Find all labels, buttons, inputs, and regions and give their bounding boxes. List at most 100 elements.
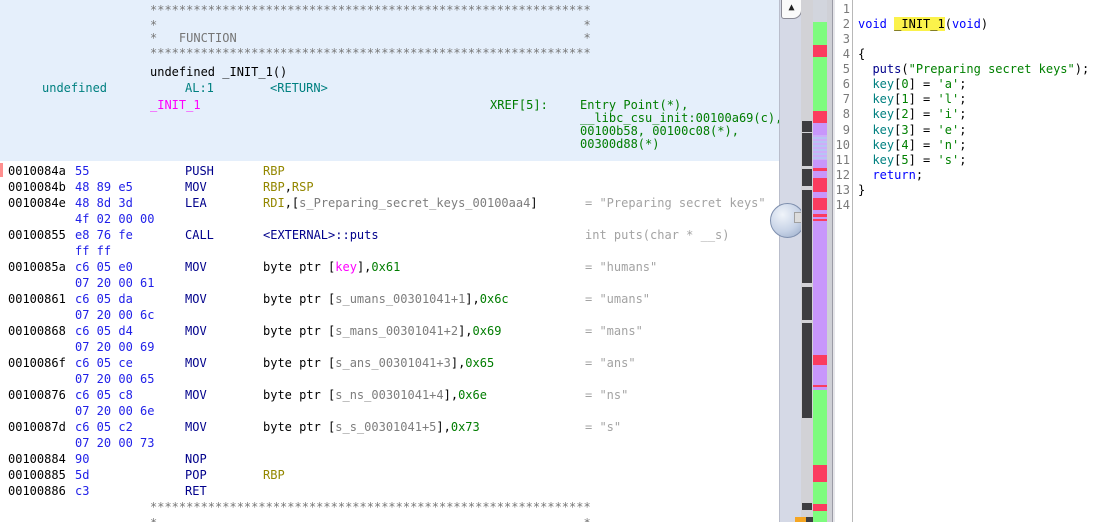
code-segment: key bbox=[872, 153, 894, 167]
listing-panel[interactable]: ****************************************… bbox=[0, 0, 779, 522]
listing-row[interactable]: 0010084b48 89 e5MOVRBP,RSP bbox=[0, 179, 779, 195]
comment-line[interactable]: ****************************************… bbox=[0, 47, 779, 60]
decompiled-line[interactable]: key[1] = 'l'; bbox=[858, 92, 966, 107]
operand-field[interactable]: RBP bbox=[263, 163, 285, 179]
code-segment: ] = bbox=[909, 123, 938, 137]
decompiled-line[interactable]: key[4] = 'n'; bbox=[858, 138, 966, 153]
listing-row[interactable]: 0010088490NOP bbox=[0, 451, 779, 467]
comment-text: ****************************************… bbox=[150, 499, 591, 515]
address-field: 00100855 bbox=[8, 227, 66, 243]
line-number: 5 bbox=[835, 62, 850, 77]
operand-field[interactable]: RBP bbox=[263, 467, 285, 483]
listing-row[interactable]: 00100861c6 05 daMOVbyte ptr [s_umans_003… bbox=[0, 291, 779, 307]
function-return-line[interactable]: undefined AL:1 <RETURN> bbox=[0, 82, 779, 95]
decompiled-line[interactable]: { bbox=[858, 47, 865, 62]
decompiled-line[interactable]: puts("Preparing secret keys"); bbox=[858, 62, 1089, 77]
return-storage: AL:1 bbox=[185, 82, 214, 95]
listing-row[interactable]: 07 20 00 69 bbox=[0, 339, 779, 355]
operand-segment: ], bbox=[458, 324, 472, 338]
decompiled-line[interactable]: key[3] = 'e'; bbox=[858, 123, 966, 138]
function-signature-line[interactable]: undefined _INIT_1() bbox=[0, 66, 779, 79]
listing-row[interactable]: 07 20 00 6e bbox=[0, 403, 779, 419]
marker-bar bbox=[802, 190, 812, 283]
eol-comment: = "ans" bbox=[585, 355, 636, 371]
comment-line[interactable]: ****************************************… bbox=[0, 4, 779, 17]
operand-segment: byte ptr [ bbox=[263, 324, 335, 338]
decompiled-line[interactable]: void _INIT_1(void) bbox=[858, 17, 988, 32]
operand-field[interactable]: RBP,RSP bbox=[263, 179, 314, 195]
decompiled-line[interactable]: key[2] = 'i'; bbox=[858, 107, 966, 122]
decompiled-line[interactable]: key[0] = 'a'; bbox=[858, 77, 966, 92]
comment-line[interactable]: ****************************************… bbox=[0, 499, 779, 515]
listing-row[interactable]: 0010084a55PUSHRBP bbox=[0, 163, 779, 179]
code-segment: ) bbox=[981, 17, 988, 31]
listing-row[interactable]: 001008855dPOPRBP bbox=[0, 467, 779, 483]
function-signature: undefined _INIT_1() bbox=[150, 66, 287, 79]
overview-color-bar[interactable] bbox=[813, 0, 827, 522]
eol-comment: = "mans" bbox=[585, 323, 643, 339]
operand-field[interactable]: byte ptr [s_ns_00301041+4],0x6e bbox=[263, 387, 487, 403]
listing-row[interactable]: 00100876c6 05 c8MOVbyte ptr [s_ns_003010… bbox=[0, 387, 779, 403]
code-segment: 1 bbox=[901, 92, 908, 106]
comment-line-function[interactable]: * FUNCTION * bbox=[0, 32, 779, 45]
listing-row[interactable]: 07 20 00 73 bbox=[0, 435, 779, 451]
listing-row[interactable]: ff ff bbox=[0, 243, 779, 259]
decompiler-panel[interactable]: 1234567891011121314 void _INIT_1(void){ … bbox=[835, 0, 1095, 522]
operand-segment: 0x69 bbox=[473, 324, 502, 338]
mnemonic-field: RET bbox=[185, 483, 207, 499]
eol-comment: = "Preparing secret keys" bbox=[585, 195, 766, 211]
marker-bar bbox=[802, 323, 812, 418]
overview-segment-red bbox=[813, 504, 827, 511]
mnemonic-field: CALL bbox=[185, 227, 214, 243]
overview-segment-red bbox=[813, 178, 827, 192]
line-number: 1 bbox=[835, 2, 850, 17]
listing-row[interactable]: 0010087dc6 05 c2MOVbyte ptr [s_s_0030104… bbox=[0, 419, 779, 435]
operand-field[interactable]: byte ptr [s_s_00301041+5],0x73 bbox=[263, 419, 480, 435]
listing-scrollbar[interactable]: ▲ bbox=[779, 0, 802, 522]
operand-field[interactable]: byte ptr [s_umans_00301041+1],0x6c bbox=[263, 291, 509, 307]
decompiled-line[interactable]: return; bbox=[858, 168, 923, 183]
code-segment: ; bbox=[959, 153, 966, 167]
operand-segment: ], bbox=[465, 292, 479, 306]
operand-segment: ], bbox=[357, 260, 371, 274]
code-segment: void bbox=[858, 17, 887, 31]
listing-row[interactable]: 07 20 00 6c bbox=[0, 307, 779, 323]
decompiled-line[interactable]: } bbox=[858, 183, 865, 198]
operand-segment: s_mans_00301041+2 bbox=[335, 324, 458, 338]
operand-segment: key bbox=[335, 260, 357, 274]
xref-line[interactable]: 00300d88(*) bbox=[0, 138, 779, 151]
operand-segment: byte ptr [ bbox=[263, 420, 335, 434]
code-segment: ] = bbox=[909, 92, 938, 106]
listing-row[interactable]: 07 20 00 65 bbox=[0, 371, 779, 387]
operand-field[interactable]: RDI,[s_Preparing_secret_keys_00100aa4] bbox=[263, 195, 538, 211]
cursor-caret bbox=[0, 163, 3, 177]
listing-row[interactable]: 07 20 00 61 bbox=[0, 275, 779, 291]
operand-field[interactable]: byte ptr [s_ans_00301041+3],0x65 bbox=[263, 355, 494, 371]
listing-row[interactable]: 0010086fc6 05 ceMOVbyte ptr [s_ans_00301… bbox=[0, 355, 779, 371]
comment-line[interactable]: * * bbox=[0, 515, 779, 522]
listing-row[interactable]: 00100868c6 05 d4MOVbyte ptr [s_mans_0030… bbox=[0, 323, 779, 339]
code-segment: key bbox=[872, 92, 894, 106]
decompiled-line[interactable]: key[5] = 's'; bbox=[858, 153, 966, 168]
bytes-field: c6 05 e0 bbox=[75, 259, 133, 275]
listing-row[interactable]: 4f 02 00 00 bbox=[0, 211, 779, 227]
xref-line[interactable]: 00100b58, 00100c08(*), bbox=[0, 125, 779, 138]
code-segment: ; bbox=[959, 92, 966, 106]
bytes-field: 07 20 00 6e bbox=[75, 403, 154, 419]
code-segment: key bbox=[872, 107, 894, 121]
operand-field[interactable]: byte ptr [key],0x61 bbox=[263, 259, 400, 275]
code-segment: 4 bbox=[901, 138, 908, 152]
operand-field[interactable]: <EXTERNAL>::puts bbox=[263, 227, 379, 243]
listing-row[interactable]: 00100886c3RET bbox=[0, 483, 779, 499]
line-number: 11 bbox=[835, 153, 850, 168]
operand-segment: ], bbox=[444, 388, 458, 402]
operand-field[interactable]: byte ptr [s_mans_00301041+2],0x69 bbox=[263, 323, 501, 339]
listing-row[interactable]: 0010084e48 8d 3dLEARDI,[s_Preparing_secr… bbox=[0, 195, 779, 211]
listing-row[interactable]: 00100855e8 76 feCALL<EXTERNAL>::putsint … bbox=[0, 227, 779, 243]
mnemonic-field: MOV bbox=[185, 259, 207, 275]
marker-margin[interactable] bbox=[801, 0, 813, 522]
operand-segment: 0x65 bbox=[465, 356, 494, 370]
bytes-field: 55 bbox=[75, 163, 89, 179]
scrollbar-up-arrow-icon[interactable]: ▲ bbox=[781, 0, 802, 19]
listing-row[interactable]: 0010085ac6 05 e0MOVbyte ptr [key],0x61= … bbox=[0, 259, 779, 275]
